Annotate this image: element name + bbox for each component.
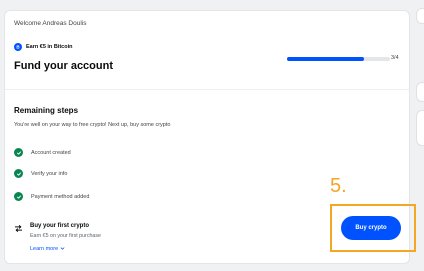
adjacent-card-fragment bbox=[416, 8, 424, 24]
bitcoin-icon: B bbox=[14, 43, 22, 51]
learn-more-label: Learn more bbox=[30, 246, 59, 252]
promo-row: B Earn €5 in Bitcoin bbox=[14, 43, 72, 51]
check-circle-icon bbox=[14, 169, 23, 178]
step-item: Verify your info bbox=[14, 169, 67, 178]
step-label: Verify your info bbox=[31, 170, 68, 177]
promo-label: Earn €5 in Bitcoin bbox=[26, 44, 73, 50]
step-item: Account created bbox=[14, 148, 71, 157]
welcome-text: Welcome Andreas Doulis bbox=[14, 20, 87, 27]
buy-step-title: Buy your first crypto bbox=[30, 223, 90, 229]
swap-arrows-icon bbox=[14, 220, 23, 232]
check-circle-icon bbox=[14, 192, 23, 201]
buy-crypto-button[interactable]: Buy crypto bbox=[341, 216, 401, 240]
check-circle-icon bbox=[14, 148, 23, 157]
chevron-down-icon bbox=[60, 247, 65, 250]
steps-subtitle: You're well on your way to free crypto! … bbox=[14, 122, 171, 128]
learn-more-link[interactable]: Learn more bbox=[30, 246, 65, 252]
section-divider bbox=[5, 89, 409, 90]
buy-step-subtitle: Earn €5 on your first purchase bbox=[30, 233, 101, 239]
step-label: Payment method added bbox=[31, 193, 90, 200]
progress-fill bbox=[287, 57, 365, 61]
adjacent-card-fragment bbox=[416, 82, 424, 102]
steps-title: Remaining steps bbox=[14, 106, 79, 115]
adjacent-panel-edge bbox=[416, 0, 424, 271]
step-label: Account created bbox=[31, 149, 71, 156]
adjacent-card-fragment bbox=[416, 110, 424, 146]
svg-text:B: B bbox=[16, 45, 20, 50]
step-item: Payment method added bbox=[14, 192, 89, 201]
progress-bar bbox=[287, 57, 390, 61]
annotation-number: 5. bbox=[330, 175, 347, 197]
progress-count: 3/4 bbox=[391, 55, 399, 61]
page-title: Fund your account bbox=[14, 60, 113, 72]
